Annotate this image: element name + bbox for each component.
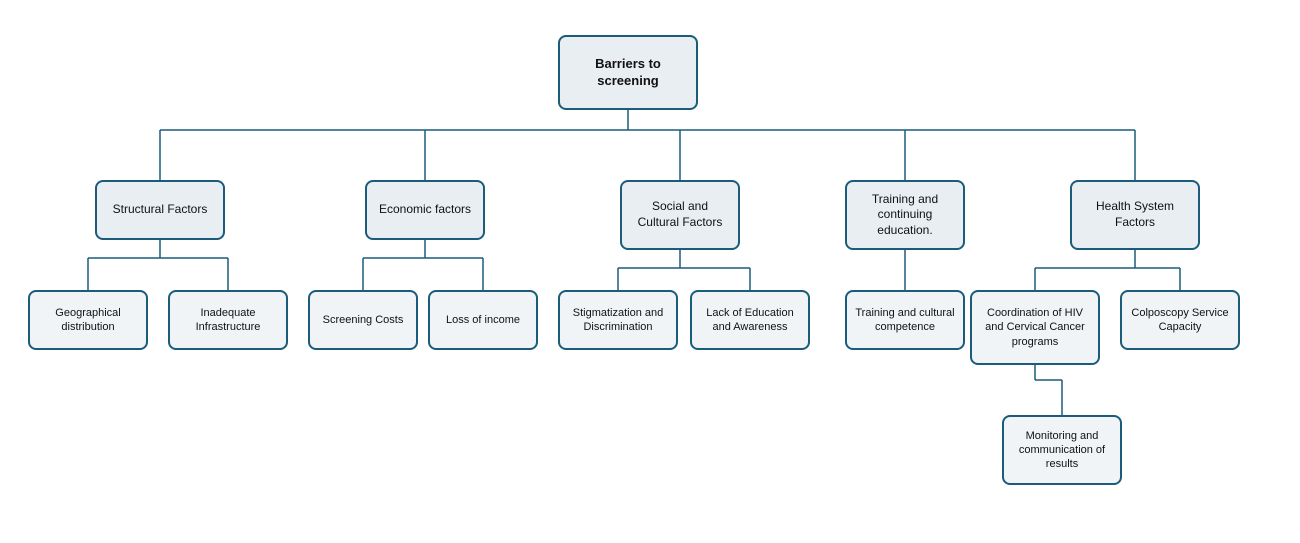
node-colpo: Colposcopy Service Capacity	[1120, 290, 1240, 350]
node-cultural: Training and cultural competence	[845, 290, 965, 350]
tree-container: Barriers to screening Structural Factors…	[0, 0, 1300, 543]
node-infra: Inadequate Infrastructure	[168, 290, 288, 350]
node-social: Social and Cultural Factors	[620, 180, 740, 250]
node-screening: Screening Costs	[308, 290, 418, 350]
node-geo: Geographical distribution	[28, 290, 148, 350]
node-root: Barriers to screening	[558, 35, 698, 110]
node-stigma: Stigmatization and Discrimination	[558, 290, 678, 350]
node-hiv: Coordination of HIV and Cervical Cancer …	[970, 290, 1100, 365]
node-health: Health System Factors	[1070, 180, 1200, 250]
node-economic: Economic factors	[365, 180, 485, 240]
node-education: Lack of Education and Awareness	[690, 290, 810, 350]
node-monitor: Monitoring and communication of results	[1002, 415, 1122, 485]
node-training: Training and continuing education.	[845, 180, 965, 250]
node-income: Loss of income	[428, 290, 538, 350]
node-structural: Structural Factors	[95, 180, 225, 240]
